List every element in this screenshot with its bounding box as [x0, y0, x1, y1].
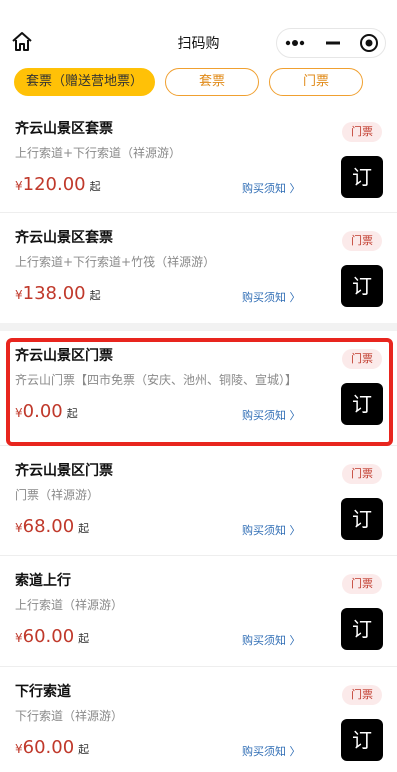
product-desc: 上行索道+下行索道+竹筏（祥源游）: [15, 255, 216, 269]
order-button[interactable]: 订: [341, 265, 383, 307]
price-suffix: 起: [89, 180, 101, 193]
product-name: 下行索道: [15, 684, 71, 700]
more-dots-icon[interactable]: [277, 29, 313, 57]
purchase-notice-link[interactable]: 购买须知 〉: [242, 289, 301, 305]
currency-symbol: ¥: [15, 288, 23, 302]
product-desc: 上行索道+下行索道（祥源游）: [15, 146, 182, 160]
product-name: 齐云山景区套票: [15, 121, 113, 137]
product-desc: 下行索道（祥源游）: [15, 709, 124, 723]
price-suffix: 起: [66, 407, 78, 420]
product-card[interactable]: 下行索道 下行索道（祥源游） ¥60.00 起 购买须知 〉 门票 订: [0, 667, 397, 772]
product-name: 齐云山景区门票: [15, 348, 113, 364]
tab-package-with-camp[interactable]: 套票（赠送营地票）: [14, 68, 155, 96]
ticket-badge: 门票: [342, 122, 382, 142]
tab-ticket[interactable]: 门票: [269, 68, 363, 96]
order-button[interactable]: 订: [341, 156, 383, 198]
product-desc: 齐云山门票【四市免票（安庆、池州、铜陵、宣城）】: [15, 373, 298, 387]
purchase-notice-link[interactable]: 购买须知 〉: [242, 407, 301, 423]
product-card[interactable]: 齐云山景区门票 齐云山门票【四市免票（安庆、池州、铜陵、宣城）】 ¥0.00 起 …: [0, 331, 397, 445]
ticket-badge: 门票: [342, 349, 382, 369]
product-card[interactable]: 索道上行 上行索道（祥源游） ¥60.00 起 购买须知 〉 门票 订: [0, 556, 397, 666]
ticket-badge: 门票: [342, 231, 382, 251]
purchase-notice-link[interactable]: 购买须知 〉: [242, 632, 301, 648]
price-amount: 0.00: [22, 401, 63, 422]
product-price: ¥120.00 起: [15, 174, 101, 195]
currency-symbol: ¥: [15, 521, 23, 535]
minimize-icon[interactable]: [315, 29, 351, 57]
price-amount: 60.00: [22, 626, 75, 647]
product-price: ¥138.00 起: [15, 283, 101, 304]
ticket-badge: 门票: [342, 685, 382, 705]
product-desc: 门票（祥源游）: [15, 488, 100, 502]
product-desc: 上行索道（祥源游）: [15, 598, 124, 612]
purchase-notice-link[interactable]: 购买须知 〉: [242, 522, 301, 538]
purchase-notice-link[interactable]: 购买须知 〉: [242, 180, 301, 196]
product-price: ¥68.00 起: [15, 516, 89, 537]
price-suffix: 起: [78, 632, 90, 645]
product-card[interactable]: 齐云山景区套票 上行索道+下行索道（祥源游） ¥120.00 起 购买须知 〉 门…: [0, 104, 397, 212]
order-button[interactable]: 订: [341, 498, 383, 540]
product-name: 齐云山景区门票: [15, 463, 113, 479]
product-card[interactable]: 齐云山景区套票 上行索道+下行索道+竹筏（祥源游） ¥138.00 起 购买须知 …: [0, 213, 397, 323]
order-button[interactable]: 订: [341, 719, 383, 761]
section-divider: [0, 323, 397, 331]
currency-symbol: ¥: [15, 179, 23, 193]
price-amount: 138.00: [22, 283, 86, 304]
product-price: ¥60.00 起: [15, 626, 89, 647]
product-price: ¥0.00 起: [15, 401, 78, 422]
order-button[interactable]: 订: [341, 383, 383, 425]
price-amount: 60.00: [22, 737, 75, 758]
product-price: ¥60.00 起: [15, 737, 89, 758]
price-amount: 68.00: [22, 516, 75, 537]
tab-bar: 套票（赠送营地票） 套票 门票: [0, 64, 397, 104]
currency-symbol: ¥: [15, 631, 23, 645]
currency-symbol: ¥: [15, 406, 23, 420]
currency-symbol: ¥: [15, 742, 23, 756]
price-suffix: 起: [89, 289, 101, 302]
price-suffix: 起: [78, 522, 90, 535]
ticket-badge: 门票: [342, 574, 382, 594]
price-suffix: 起: [78, 743, 90, 756]
purchase-notice-link[interactable]: 购买须知 〉: [242, 743, 301, 759]
mini-program-capsule: [276, 28, 386, 58]
price-amount: 120.00: [22, 174, 86, 195]
tab-package[interactable]: 套票: [165, 68, 259, 96]
target-close-icon[interactable]: [353, 29, 387, 57]
ticket-badge: 门票: [342, 464, 382, 484]
product-name: 索道上行: [15, 573, 71, 589]
product-card[interactable]: 齐云山景区门票 门票（祥源游） ¥68.00 起 购买须知 〉 门票 订: [0, 446, 397, 554]
order-button[interactable]: 订: [341, 608, 383, 650]
product-name: 齐云山景区套票: [15, 230, 113, 246]
